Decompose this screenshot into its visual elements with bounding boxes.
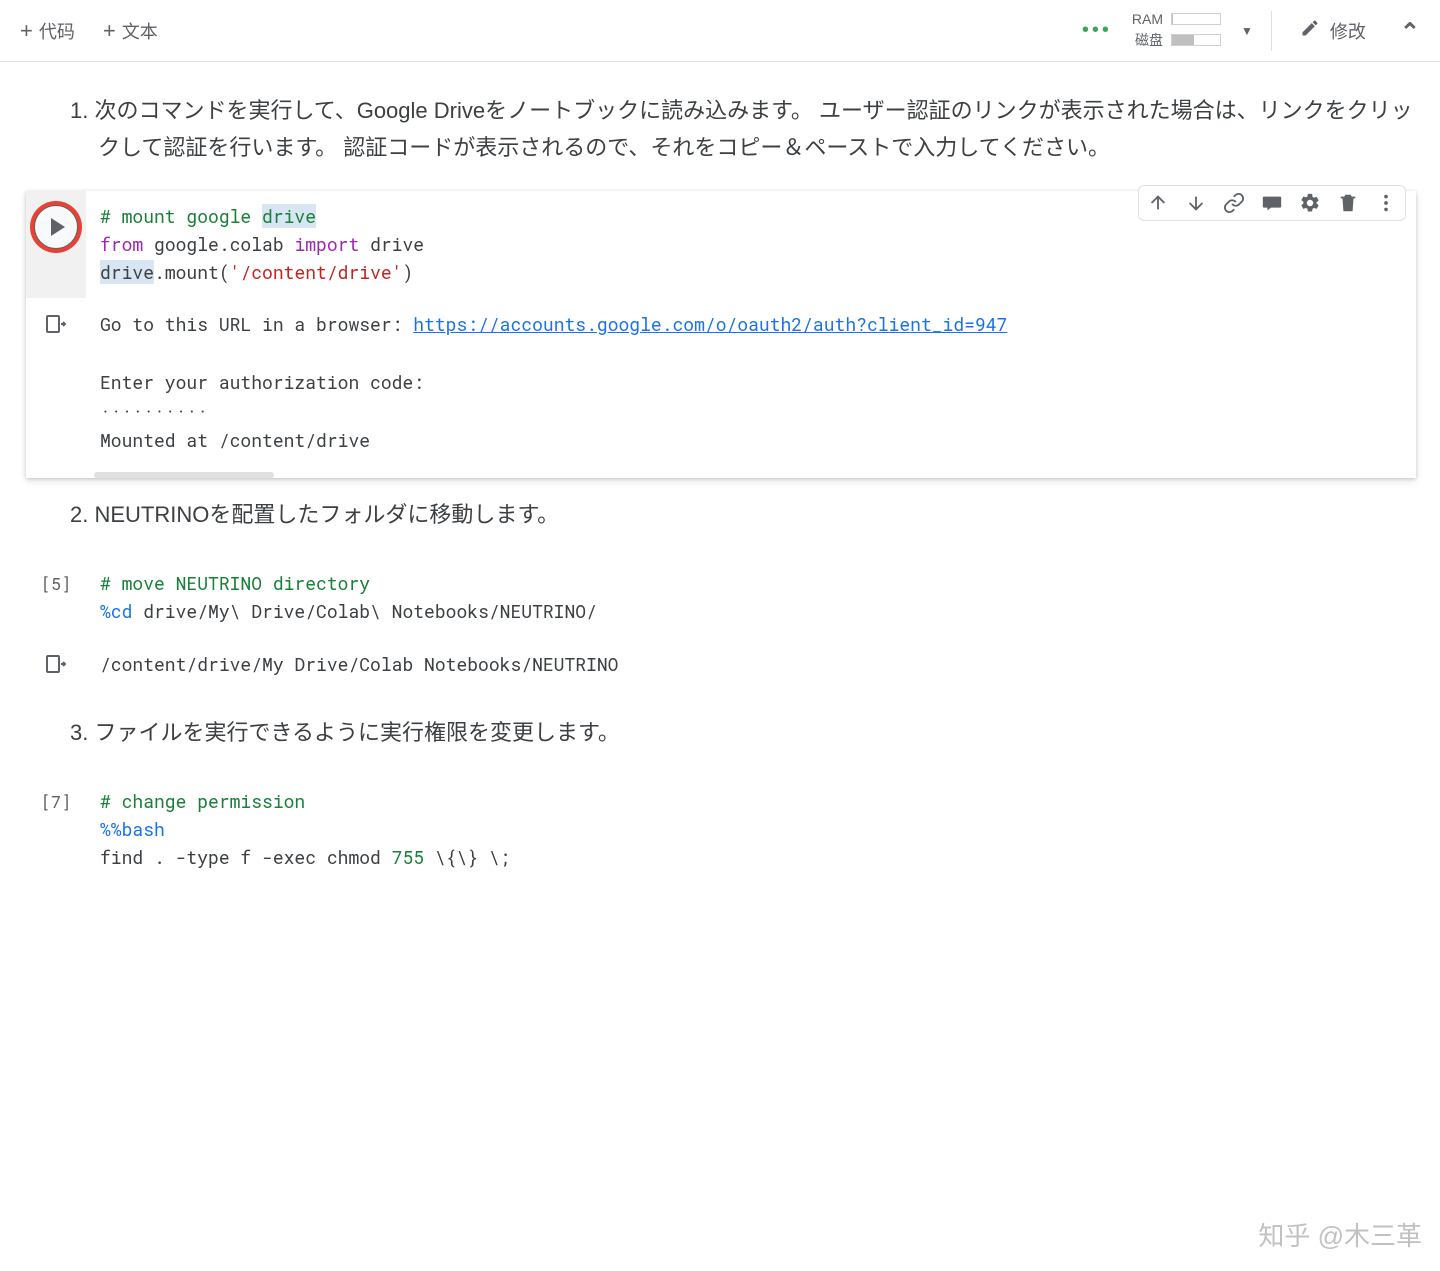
edit-button[interactable]: 修改	[1290, 12, 1376, 50]
plus-icon: +	[20, 18, 33, 44]
step-2-text: 2. NEUTRINOを配置したフォルダに移動します。	[70, 496, 1416, 533]
watermark: 知乎 @木三革	[1258, 1216, 1422, 1253]
step-3-text: 3. ファイルを実行できるように実行権限を変更します。	[70, 714, 1416, 751]
link-icon[interactable]	[1221, 190, 1247, 216]
ram-label: RAM	[1132, 11, 1163, 27]
code-cell-2: [5] # move NEUTRINO directory %cd drive/…	[26, 558, 1416, 697]
move-down-icon[interactable]	[1183, 190, 1209, 216]
gear-icon[interactable]	[1297, 190, 1323, 216]
oauth-link[interactable]: https://accounts.google.com/o/oauth2/aut…	[413, 312, 1007, 336]
edit-label: 修改	[1330, 18, 1366, 44]
comment-icon[interactable]	[1259, 190, 1285, 216]
colab-toolbar: + 代码 + 文本 ••• RAM 磁盘 ▼ 修改 ⌃	[0, 0, 1440, 62]
trash-icon[interactable]	[1335, 190, 1361, 216]
busy-icon: •••	[1082, 19, 1112, 42]
disk-gauge	[1171, 34, 1221, 46]
output-body: /content/drive/My Drive/Colab Notebooks/…	[86, 638, 1416, 697]
separator	[1271, 11, 1272, 51]
pencil-icon	[1300, 18, 1320, 43]
code-editor[interactable]: # change permission %%bash find . -type …	[86, 776, 1416, 884]
cell-gutter	[26, 191, 86, 299]
output-icon	[44, 312, 68, 336]
output-scrollbar[interactable]	[94, 472, 274, 478]
output-body: Go to this URL in a browser: https://acc…	[86, 298, 1416, 472]
add-code-label: 代码	[39, 18, 75, 44]
code-cell-3: [7] # change permission %%bash find . -t…	[26, 776, 1416, 884]
resource-dropdown-icon[interactable]: ▼	[1241, 24, 1253, 38]
add-text-button[interactable]: + 文本	[91, 10, 170, 52]
toolbar-left: + 代码 + 文本	[8, 10, 170, 52]
output-icon	[44, 652, 68, 676]
code-editor[interactable]: # move NEUTRINO directory %cd drive/My\ …	[86, 558, 1416, 638]
code-cell-1: # mount google drive from google.colab i…	[26, 191, 1416, 479]
cell-action-bar	[1138, 185, 1406, 221]
toolbar-right: ••• RAM 磁盘 ▼ 修改 ⌃	[1082, 11, 1432, 51]
output-gutter	[26, 298, 86, 472]
step-1-text: 1. 次のコマンドを実行して、Google Driveをノートブックに読み込みま…	[70, 92, 1416, 167]
add-text-label: 文本	[122, 18, 158, 44]
cell-prompt[interactable]: [7]	[26, 776, 86, 884]
plus-icon: +	[103, 18, 116, 44]
collapse-icon[interactable]: ⌃	[1388, 14, 1432, 47]
ram-gauge	[1171, 13, 1221, 25]
resource-status[interactable]: RAM 磁盘	[1132, 11, 1221, 50]
more-icon[interactable]	[1373, 190, 1399, 216]
notebook-content: 1. 次のコマンドを実行して、Google Driveをノートブックに読み込みま…	[0, 62, 1440, 919]
output-row: Go to this URL in a browser: https://acc…	[26, 298, 1416, 472]
run-cell-button[interactable]	[34, 205, 78, 249]
move-up-icon[interactable]	[1145, 190, 1171, 216]
add-code-button[interactable]: + 代码	[8, 10, 87, 52]
disk-label: 磁盘	[1135, 30, 1163, 50]
cell-prompt[interactable]: [5]	[26, 558, 86, 638]
